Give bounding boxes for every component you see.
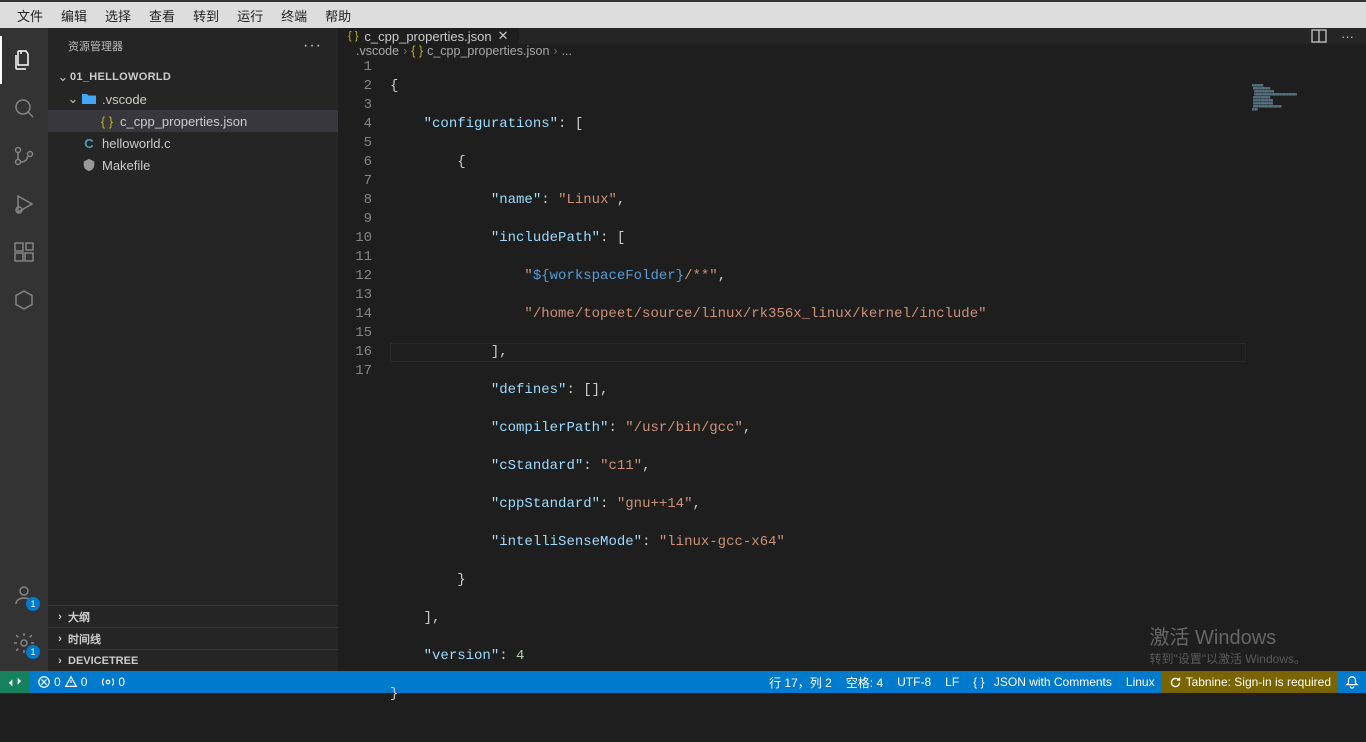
sidebar-more-icon[interactable]: ··· (303, 37, 322, 55)
chevron-right-icon: › (52, 611, 68, 623)
menu-run[interactable]: 运行 (228, 6, 272, 25)
code-editor[interactable]: 1234567891011121314151617 { "configurati… (338, 58, 1366, 742)
menu-view[interactable]: 查看 (140, 6, 184, 25)
split-editor-icon[interactable] (1311, 28, 1327, 44)
panel-outline[interactable]: ›大纲 (48, 605, 338, 627)
tree-folder-vscode[interactable]: ⌄ .vscode (48, 88, 338, 110)
menu-go[interactable]: 转到 (184, 6, 228, 25)
editor-tabs: { } c_cpp_properties.json ✕ ··· (338, 28, 1366, 44)
chevron-down-icon: ⌄ (56, 69, 70, 85)
accounts-badge: 1 (26, 597, 40, 611)
tab-label: c_cpp_properties.json (364, 29, 491, 44)
close-icon[interactable]: ✕ (498, 28, 509, 44)
minimap[interactable]: ████████ ████████████ ██████████████ ███… (1252, 85, 1352, 145)
editor-area: { } c_cpp_properties.json ✕ ··· .vscode … (338, 28, 1366, 671)
chevron-down-icon: ⌄ (66, 91, 80, 107)
sidebar-title: 资源管理器 (68, 38, 123, 54)
activity-bar: 1 1 (0, 28, 48, 671)
activity-settings[interactable]: 1 (0, 619, 48, 667)
broadcast-icon (101, 675, 115, 689)
search-icon (12, 96, 36, 120)
activity-extensions[interactable] (0, 228, 48, 276)
source-control-icon (12, 144, 36, 168)
breadcrumb-seg[interactable]: c_cpp_properties.json (427, 44, 549, 58)
folder-label: 01_HELLOWORLD (70, 71, 171, 83)
menu-bar: 文件 编辑 选择 查看 转到 运行 终端 帮助 (0, 0, 1366, 28)
json-icon: { } (348, 30, 358, 42)
chevron-right-icon: › (52, 633, 68, 645)
tree-file-makefile[interactable]: Makefile (48, 154, 338, 176)
tree-file-helloworld[interactable]: C helloworld.c (48, 132, 338, 154)
c-file-icon: C (80, 136, 98, 151)
json-icon: { } (98, 114, 116, 129)
tree-root-folder[interactable]: ⌄ 01_HELLOWORLD (48, 66, 338, 88)
hex-icon (12, 288, 36, 312)
settings-badge: 1 (26, 645, 40, 659)
file-label: helloworld.c (102, 136, 171, 151)
makefile-icon (80, 158, 98, 172)
menu-terminal[interactable]: 终端 (272, 6, 316, 25)
debug-icon (12, 192, 36, 216)
error-icon (37, 675, 51, 689)
menu-edit[interactable]: 编辑 (52, 6, 96, 25)
extensions-icon (12, 240, 36, 264)
remote-button[interactable] (0, 671, 30, 693)
breadcrumb-seg[interactable]: .vscode (356, 44, 399, 58)
files-icon (12, 48, 36, 72)
status-problems[interactable]: 0 0 (30, 671, 94, 693)
activity-accounts[interactable]: 1 (0, 571, 48, 619)
folder-label: .vscode (102, 92, 147, 107)
more-icon[interactable]: ··· (1341, 29, 1354, 44)
code-content[interactable]: { "configurations": [ { "name": "Linux",… (390, 58, 987, 742)
file-label: c_cpp_properties.json (120, 114, 247, 129)
tree-file-c-cpp-properties[interactable]: { } c_cpp_properties.json (48, 110, 338, 132)
activity-run-debug[interactable] (0, 180, 48, 228)
menu-selection[interactable]: 选择 (96, 6, 140, 25)
status-ports[interactable]: 0 (94, 671, 132, 693)
chevron-right-icon: › (553, 44, 557, 58)
json-icon: { } (411, 44, 423, 58)
activity-source-control[interactable] (0, 132, 48, 180)
breadcrumb[interactable]: .vscode › { } c_cpp_properties.json › ..… (338, 44, 1366, 58)
chevron-right-icon: › (52, 655, 68, 667)
tab-c-cpp-properties[interactable]: { } c_cpp_properties.json ✕ (338, 28, 520, 44)
activity-search[interactable] (0, 84, 48, 132)
file-label: Makefile (102, 158, 150, 173)
panel-devicetree[interactable]: ›DEVICETREE (48, 649, 338, 671)
folder-icon (80, 91, 98, 107)
activity-explorer[interactable] (0, 36, 48, 84)
menu-help[interactable]: 帮助 (316, 6, 360, 25)
activity-test[interactable] (0, 276, 48, 324)
explorer-sidebar: 资源管理器 ··· ⌄ 01_HELLOWORLD ⌄ .vscode { } … (48, 28, 338, 671)
line-number-gutter: 1234567891011121314151617 (338, 58, 390, 742)
menu-file[interactable]: 文件 (8, 6, 52, 25)
chevron-right-icon: › (403, 44, 407, 58)
breadcrumb-seg[interactable]: ... (562, 44, 572, 58)
panel-timeline[interactable]: ›时间线 (48, 627, 338, 649)
remote-icon (8, 675, 22, 689)
file-tree: ⌄ 01_HELLOWORLD ⌄ .vscode { } c_cpp_prop… (48, 64, 338, 605)
warning-icon (64, 675, 78, 689)
